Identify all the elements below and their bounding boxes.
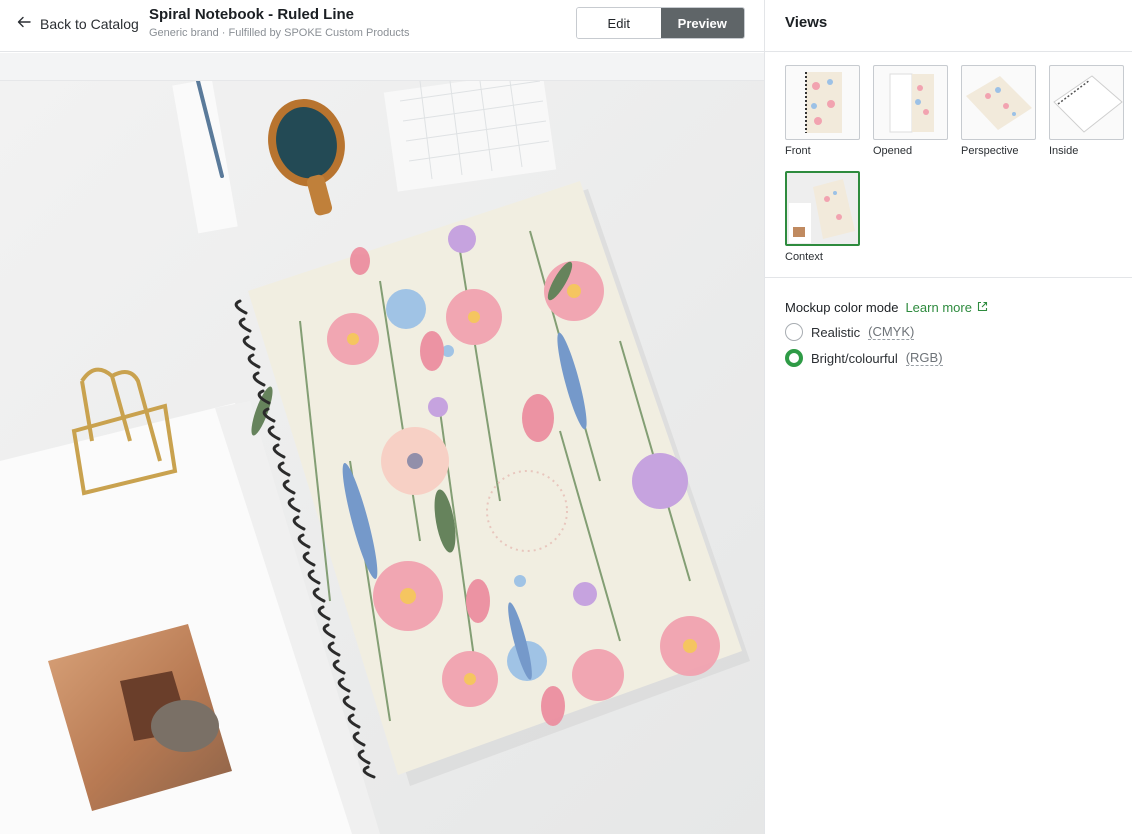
learn-more-label: Learn more	[905, 300, 972, 315]
arrow-left-icon	[16, 14, 32, 33]
view-perspective[interactable]: Perspective	[961, 65, 1036, 157]
mode-toggle: Edit Preview	[576, 7, 745, 39]
views-title: Views	[765, 0, 1132, 52]
thumbnail-inside	[1049, 65, 1124, 140]
view-label-opened: Opened	[873, 145, 913, 157]
top-bar: Back to Catalog Spiral Notebook - Ruled …	[0, 0, 764, 52]
page-subtitle: Generic brand · Fulfilled by SPOKE Custo…	[149, 27, 410, 39]
radio-realistic[interactable]: Realistic (CMYK)	[785, 323, 1112, 341]
color-mode-heading: Mockup color mode Learn more	[785, 300, 1112, 315]
view-front[interactable]: Front	[785, 65, 860, 157]
learn-more-link[interactable]: Learn more	[905, 300, 987, 315]
view-context[interactable]: Context	[785, 171, 860, 263]
view-label-front: Front	[785, 145, 811, 157]
views-panel: Views Front Opened Perspective Inside Co…	[764, 0, 1132, 834]
thumbnail-opened	[873, 65, 948, 140]
color-mode-title: Mockup color mode	[785, 300, 899, 315]
radio-bright-label: Bright/colourful	[811, 350, 898, 366]
toolbar-strip	[0, 53, 764, 81]
mockup-preview-canvas	[0, 81, 764, 834]
page-title: Spiral Notebook - Ruled Line	[149, 6, 355, 23]
external-link-icon	[977, 300, 988, 315]
radio-bright[interactable]: Bright/colourful (RGB)	[785, 349, 1112, 367]
radio-bright-code: (RGB)	[905, 349, 943, 366]
view-label-inside: Inside	[1049, 145, 1079, 157]
back-to-catalog-link[interactable]: Back to Catalog	[16, 14, 139, 33]
mockup-editor: Back to Catalog Spiral Notebook - Ruled …	[0, 0, 1132, 834]
thumbnail-perspective	[961, 65, 1036, 140]
views-grid: Front Opened Perspective Inside Context	[765, 52, 1132, 278]
radio-realistic-indicator[interactable]	[785, 323, 803, 341]
color-mode-section: Mockup color mode Learn more Realistic (…	[765, 278, 1132, 389]
thumbnail-front	[785, 65, 860, 140]
back-label: Back to Catalog	[40, 15, 139, 32]
radio-bright-indicator[interactable]	[785, 349, 803, 367]
preview-button[interactable]: Preview	[660, 8, 744, 38]
view-label-perspective: Perspective	[961, 145, 1019, 157]
radio-realistic-label: Realistic	[811, 324, 861, 340]
product-heading: Spiral Notebook - Ruled Line Generic bra…	[149, 6, 409, 39]
edit-button[interactable]: Edit	[577, 8, 661, 38]
view-inside[interactable]: Inside	[1049, 65, 1124, 157]
thumbnail-context	[785, 171, 860, 246]
context-mockup-image	[0, 81, 764, 834]
view-label-context: Context	[785, 251, 823, 263]
radio-realistic-code: (CMYK)	[868, 323, 915, 340]
view-opened[interactable]: Opened	[873, 65, 948, 157]
